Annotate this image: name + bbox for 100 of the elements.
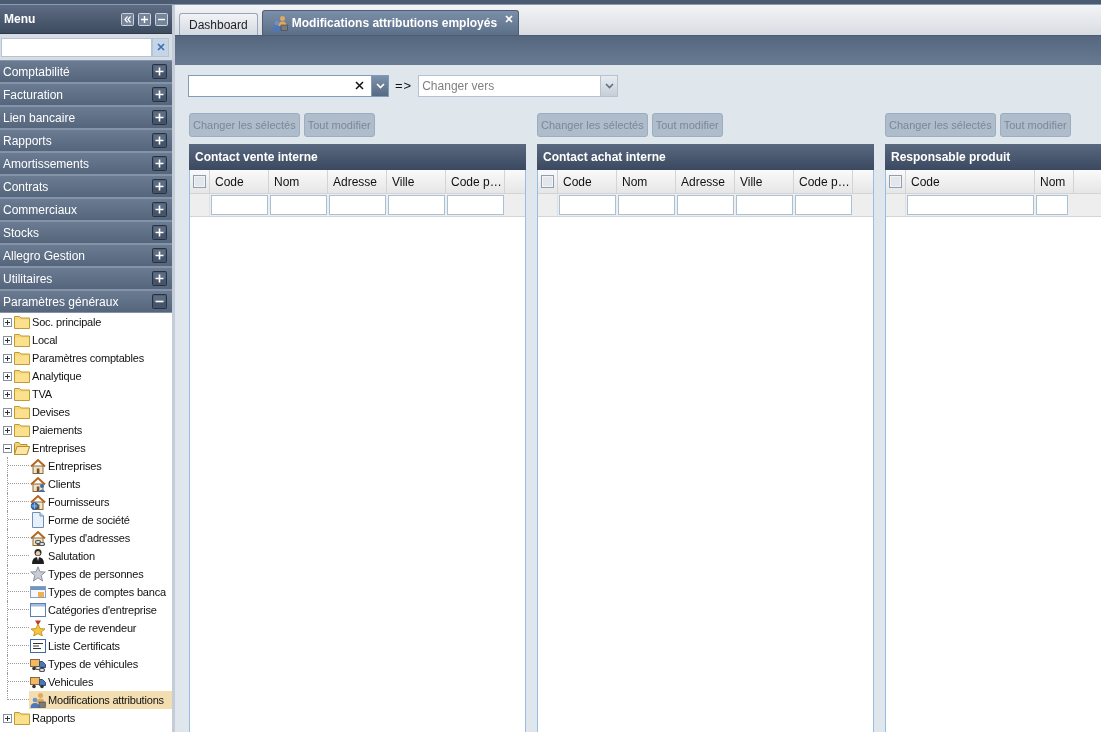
filter-field[interactable] (907, 195, 1034, 215)
combo-field[interactable] (188, 75, 371, 97)
tree-item[interactable]: Entreprises (29, 457, 172, 475)
tree-item[interactable]: Paramètres comptables (14, 349, 147, 367)
filter-field[interactable] (559, 195, 616, 215)
filter-field[interactable] (388, 195, 445, 215)
filter-field[interactable] (211, 195, 268, 215)
tab[interactable]: Modifications attributions employés (261, 10, 520, 35)
expand-icon[interactable] (3, 425, 12, 435)
dropdown-button[interactable] (600, 75, 619, 97)
tree-item[interactable]: Types d'adresses (29, 529, 172, 547)
filter-field[interactable] (618, 195, 675, 215)
plus-icon[interactable] (152, 110, 167, 125)
column-header[interactable]: Nom (617, 170, 676, 193)
plus-icon[interactable] (152, 179, 167, 194)
accordion-header[interactable]: Amortissements (0, 152, 172, 175)
open-folder-icon (14, 441, 30, 455)
tree-item[interactable]: Clients (29, 475, 172, 493)
tree-item[interactable]: Modifications attributions (29, 691, 172, 709)
column-header[interactable]: Ville (735, 170, 794, 193)
column-header[interactable]: Adresse (676, 170, 735, 193)
collapse-icon[interactable] (3, 443, 12, 453)
truck-icon (30, 674, 46, 690)
expand-icon[interactable] (3, 335, 12, 345)
column-header[interactable]: Adresse (328, 170, 387, 193)
tree-item[interactable]: Forme de société (29, 511, 172, 529)
filter-field[interactable] (447, 195, 504, 215)
accordion-header[interactable]: Paramètres généraux (0, 290, 172, 313)
folder-icon (14, 369, 30, 383)
tree-item[interactable]: Type de revendeur (29, 619, 172, 637)
accordion-header[interactable]: Stocks (0, 221, 172, 244)
tab[interactable]: Dashboard (179, 13, 258, 35)
select-all-checkbox[interactable] (193, 175, 206, 188)
accordion-header[interactable]: Allegro Gestion (0, 244, 172, 267)
select-all-checkbox[interactable] (889, 175, 902, 188)
tree-item[interactable]: Liste Certificats (29, 637, 172, 655)
tree-item[interactable]: Fournisseurs (29, 493, 172, 511)
column-header[interactable]: Code (558, 170, 617, 193)
filter-field[interactable] (736, 195, 793, 215)
column-header[interactable]: Code p… (794, 170, 853, 193)
accordion-header[interactable]: Contrats (0, 175, 172, 198)
expand-icon[interactable] (3, 371, 12, 381)
filter-field[interactable] (329, 195, 386, 215)
plus-icon[interactable] (152, 156, 167, 171)
column-header[interactable]: Nom (269, 170, 328, 193)
minus-icon[interactable] (152, 294, 167, 309)
expand-icon[interactable] (3, 317, 12, 327)
tree-item[interactable]: Devises (14, 403, 73, 421)
plus-icon[interactable] (152, 225, 167, 240)
dropdown-button[interactable] (371, 75, 389, 97)
clear-icon[interactable] (355, 81, 364, 90)
select-all-checkbox[interactable] (541, 175, 554, 188)
filter-field[interactable] (795, 195, 852, 215)
tree-item[interactable]: Soc. principale (14, 313, 105, 331)
plus-icon[interactable] (152, 248, 167, 263)
expand-icon[interactable] (3, 407, 12, 417)
tree-item[interactable]: Vehicules (29, 673, 172, 691)
accordion-header[interactable]: Commerciaux (0, 198, 172, 221)
expand-icon[interactable] (3, 353, 12, 363)
plus-icon[interactable] (152, 133, 167, 148)
collapse-all-button[interactable] (155, 12, 168, 26)
close-icon[interactable] (505, 15, 514, 23)
tree-item[interactable]: Types de personnes (29, 565, 172, 583)
accordion-header[interactable]: Rapports (0, 129, 172, 152)
plus-icon[interactable] (152, 64, 167, 79)
tree-guide-line (7, 511, 29, 529)
collapse-sidebar-button[interactable] (121, 12, 134, 26)
plus-icon[interactable] (152, 271, 167, 286)
search-field[interactable] (1, 37, 152, 57)
plus-icon[interactable] (152, 202, 167, 217)
column-header[interactable]: Code (906, 170, 1035, 193)
filter-field[interactable] (270, 195, 327, 215)
column-header[interactable]: Nom (1035, 170, 1074, 193)
tree-item[interactable]: Analytique (14, 367, 85, 385)
expand-all-button[interactable] (138, 12, 151, 26)
accordion-header[interactable]: Facturation (0, 83, 172, 106)
tree-item[interactable]: Types de comptes banca (29, 583, 172, 601)
tree-item[interactable]: Entreprises (14, 439, 89, 457)
column-header[interactable]: Ville (387, 170, 446, 193)
column-header[interactable]: Code (210, 170, 269, 193)
filter-field[interactable] (1036, 195, 1068, 215)
column-header[interactable]: Code p… (446, 170, 505, 193)
filter-field[interactable] (677, 195, 734, 215)
tree-item[interactable]: TVA (14, 385, 55, 403)
combo-field[interactable]: Changer vers (418, 75, 601, 97)
tree-item[interactable]: Catégories d'entreprise (29, 601, 172, 619)
tree-item[interactable]: Salutation (29, 547, 172, 565)
clear-search-button[interactable] (152, 37, 169, 57)
expand-icon[interactable] (3, 389, 12, 399)
tree-item[interactable]: Local (14, 331, 61, 349)
plus-icon[interactable] (152, 87, 167, 102)
tree-item[interactable]: Paiements (14, 421, 86, 439)
plus-icon (138, 12, 151, 26)
accordion-header[interactable]: Utilitaires (0, 267, 172, 290)
tree-item[interactable]: Rapports (14, 709, 79, 727)
accordion-header[interactable]: Comptabilité (0, 60, 172, 83)
tree-item[interactable]: Types de véhicules (29, 655, 172, 673)
accordion-header[interactable]: Lien bancaire (0, 106, 172, 129)
expand-icon[interactable] (3, 713, 12, 723)
star-icon (30, 566, 46, 582)
